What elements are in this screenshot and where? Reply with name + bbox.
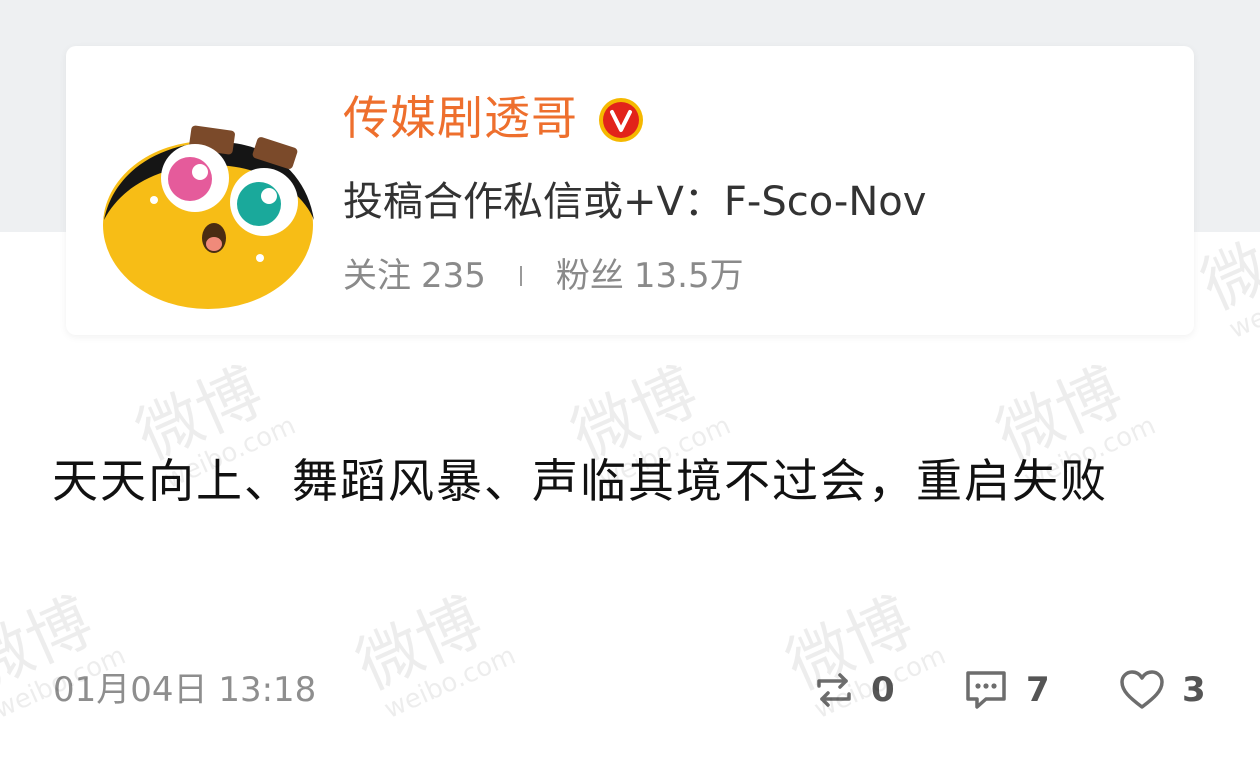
like-button[interactable]: 3 (1118, 664, 1206, 716)
post-time: 01月04日 13:18 (53, 670, 317, 710)
followers-stat[interactable]: 粉丝 13.5万 (556, 254, 744, 298)
post-text: 天天向上、舞蹈风暴、声临其境不过会，重启失败 (52, 454, 1108, 508)
repost-icon (817, 673, 851, 707)
following-stat[interactable]: 关注 235 (343, 254, 486, 298)
followers-label: 粉丝 (555, 256, 624, 296)
stats-divider (519, 266, 522, 286)
comment-button[interactable]: 7 (962, 664, 1050, 716)
watermark-subtext: weibo.com (380, 641, 520, 725)
user-bio: 投稿合作私信或+V：F-Sco-Nov (343, 179, 927, 225)
following-count: 235 (421, 256, 486, 296)
repost-button[interactable]: 0 (813, 664, 895, 716)
watermark-text: 微博 (346, 585, 493, 705)
like-count: 3 (1182, 670, 1206, 710)
avatar[interactable] (102, 120, 318, 310)
profile-card[interactable]: 传媒剧透哥 投稿合作私信或+V：F-Sco-Nov 关注 235 粉丝 13.5万 (66, 46, 1194, 335)
watermark-subtext: weibo.com (1225, 261, 1260, 345)
verified-badge-icon (599, 98, 643, 142)
user-name[interactable]: 传媒剧透哥 (343, 90, 578, 146)
user-stats: 关注 235 粉丝 13.5万 (343, 254, 744, 298)
following-label: 关注 (343, 256, 411, 296)
repost-count: 0 (871, 670, 895, 710)
comment-icon (966, 671, 1006, 709)
followers-count: 13.5万 (633, 256, 744, 296)
heart-icon (1120, 670, 1164, 709)
comment-count: 7 (1026, 670, 1050, 710)
